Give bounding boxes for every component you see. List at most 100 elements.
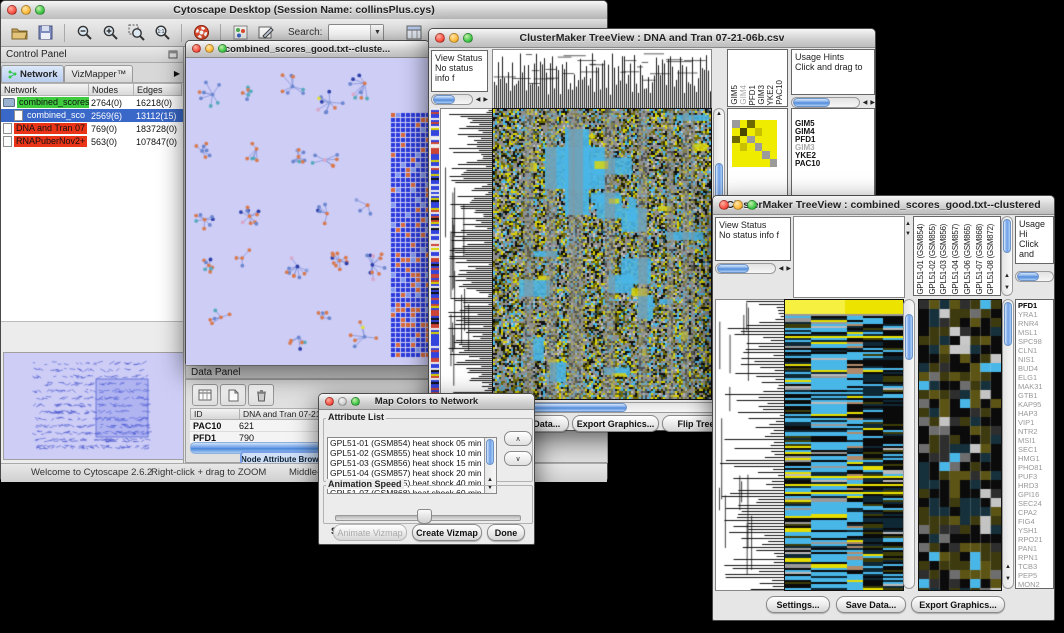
- zoom-selected-button[interactable]: [126, 23, 146, 43]
- scroll-thumb[interactable]: [1017, 272, 1039, 281]
- matrix-cell[interactable]: [740, 143, 748, 151]
- zoom-out-button[interactable]: [74, 23, 94, 43]
- matrix-cell[interactable]: [732, 151, 740, 159]
- gene-label[interactable]: HAP3: [1018, 409, 1051, 418]
- save-button[interactable]: [35, 23, 55, 43]
- matrix-cell[interactable]: [747, 120, 755, 128]
- gene-label[interactable]: PHO81: [1018, 463, 1051, 472]
- gene-label[interactable]: GTB1: [1018, 391, 1051, 400]
- gene-label[interactable]: FIG4: [1018, 517, 1051, 526]
- gene-label[interactable]: RPO21: [1018, 535, 1051, 544]
- matrix-cell[interactable]: [762, 120, 770, 128]
- gene-label[interactable]: MSL1: [1018, 328, 1051, 337]
- scroll-left-icon[interactable]: ◀: [476, 96, 481, 103]
- attribute-select-button[interactable]: [192, 384, 218, 406]
- open-folder-button[interactable]: [9, 23, 29, 43]
- zoom-in-button[interactable]: [100, 23, 120, 43]
- matrix-cell[interactable]: [747, 159, 755, 167]
- gene-label[interactable]: PUF3: [1018, 472, 1051, 481]
- close-icon[interactable]: [719, 200, 729, 210]
- matrix-cell[interactable]: [755, 159, 763, 167]
- scroll-down-icon[interactable]: ▼: [1005, 576, 1011, 582]
- heatmap-panel[interactable]: [492, 108, 712, 400]
- scroll-left-icon[interactable]: ◀: [779, 265, 784, 272]
- column-dendrogram-canvas[interactable]: [493, 50, 711, 108]
- scroll-up-icon[interactable]: ▲: [716, 111, 722, 117]
- matrix-cell[interactable]: [770, 136, 778, 144]
- scroll-thumb[interactable]: [1003, 219, 1011, 253]
- attribute-item[interactable]: GPL51-03 (GSM856) heat shock 15 min: [328, 458, 496, 468]
- matrix-cell[interactable]: [755, 143, 763, 151]
- matrix-cell[interactable]: [732, 120, 740, 128]
- global-heatmap-canvas[interactable]: [785, 300, 903, 590]
- gene-label[interactable]: TCB3: [1018, 562, 1051, 571]
- button-create-vizmap[interactable]: Create Vizmap: [412, 524, 482, 541]
- matrix-cell[interactable]: [747, 136, 755, 144]
- matrix-cell[interactable]: [762, 136, 770, 144]
- matrix-cell[interactable]: [747, 128, 755, 136]
- row-dendrogram-panel[interactable]: [440, 108, 493, 400]
- zoom-heatmap-panel[interactable]: [918, 299, 1002, 591]
- row-dendrogram-canvas[interactable]: [716, 300, 784, 590]
- matrix-cell[interactable]: [762, 143, 770, 151]
- scroll-down-icon[interactable]: ▼: [1004, 285, 1010, 291]
- scroll-up-icon[interactable]: ▲: [1005, 564, 1011, 570]
- gene-label[interactable]: PEP5: [1018, 571, 1051, 580]
- column-dendrogram-panel[interactable]: [492, 49, 712, 109]
- speed-slider-thumb[interactable]: [417, 509, 432, 524]
- gene-label[interactable]: KAP95: [1018, 400, 1051, 409]
- search-input[interactable]: ▼: [328, 24, 384, 41]
- gene-label[interactable]: SEC24: [1018, 499, 1051, 508]
- matrix-cell[interactable]: [740, 159, 748, 167]
- gene-label[interactable]: YSH1: [1018, 526, 1051, 535]
- close-icon[interactable]: [7, 5, 17, 15]
- global-vscrollbar[interactable]: [903, 299, 915, 589]
- matrix-cell[interactable]: [747, 151, 755, 159]
- matrix-cell[interactable]: [755, 151, 763, 159]
- matrix-cell[interactable]: [755, 136, 763, 144]
- treeview2-titlebar[interactable]: ClusterMaker TreeView : combined_scores_…: [713, 196, 1054, 215]
- gene-label[interactable]: MAK31: [1018, 382, 1051, 391]
- gene-label[interactable]: HMG1: [1018, 454, 1051, 463]
- data-panel-column-header[interactable]: ID: [190, 408, 240, 420]
- close-icon[interactable]: [325, 397, 334, 406]
- matrix-cell[interactable]: [740, 136, 748, 144]
- attribute-item[interactable]: GPL51-01 (GSM854) heat shock 05 min: [328, 438, 496, 448]
- network-overview-canvas[interactable]: [4, 353, 181, 457]
- gene-label[interactable]: CLN1: [1018, 346, 1051, 355]
- close-icon[interactable]: [435, 33, 445, 43]
- tab-vizmapper[interactable]: VizMapper™: [64, 65, 133, 82]
- tab-overflow-icon[interactable]: ▶: [174, 65, 180, 82]
- hints-hscrollbar[interactable]: [1015, 271, 1054, 282]
- button-export-graphics[interactable]: Export Graphics...: [911, 596, 1005, 613]
- network-row[interactable]: combined_sco2569(6)13112(15): [1, 109, 183, 122]
- button-export-graphics[interactable]: Export Graphics...: [572, 415, 659, 432]
- zoom-vscrollbar[interactable]: ▲ ▼: [1002, 299, 1014, 589]
- column-header[interactable]: Network: [1, 83, 89, 96]
- main-titlebar[interactable]: Cytoscape Desktop (Session Name: collins…: [1, 1, 607, 20]
- network-overview-panel[interactable]: [3, 352, 184, 460]
- scroll-down-icon[interactable]: ▼: [905, 231, 911, 237]
- gene-label[interactable]: MSI1: [1018, 436, 1051, 445]
- gene-label[interactable]: ELG1: [1018, 373, 1051, 382]
- scroll-thumb[interactable]: [793, 98, 830, 107]
- matrix-cell[interactable]: [740, 120, 748, 128]
- scroll-up-icon[interactable]: ▲: [1004, 273, 1010, 279]
- header-vscrollbar[interactable]: ▲ ▼: [1001, 216, 1013, 296]
- network-row[interactable]: DNA and Tran 07769(0)183728(0): [1, 122, 183, 135]
- matrix-cell[interactable]: [740, 128, 748, 136]
- zoom-window-icon[interactable]: [463, 33, 473, 43]
- gene-label[interactable]: NTR2: [1018, 427, 1051, 436]
- matrix-cell[interactable]: [770, 143, 778, 151]
- minimize-icon[interactable]: [21, 5, 31, 15]
- matrix-cell[interactable]: [770, 128, 778, 136]
- close-icon[interactable]: [192, 44, 201, 53]
- row-dendrogram-canvas[interactable]: [441, 109, 492, 399]
- matrix-cell[interactable]: [762, 159, 770, 167]
- network-row[interactable]: RNAPuberNov2+563(0)107847(0): [1, 135, 183, 148]
- move-down-button[interactable]: ∨: [504, 451, 532, 466]
- button-save-data[interactable]: Save Data...: [836, 596, 906, 613]
- minimize-icon[interactable]: [205, 44, 214, 53]
- row-dendrogram-panel[interactable]: [715, 299, 785, 591]
- matrix-cell[interactable]: [747, 143, 755, 151]
